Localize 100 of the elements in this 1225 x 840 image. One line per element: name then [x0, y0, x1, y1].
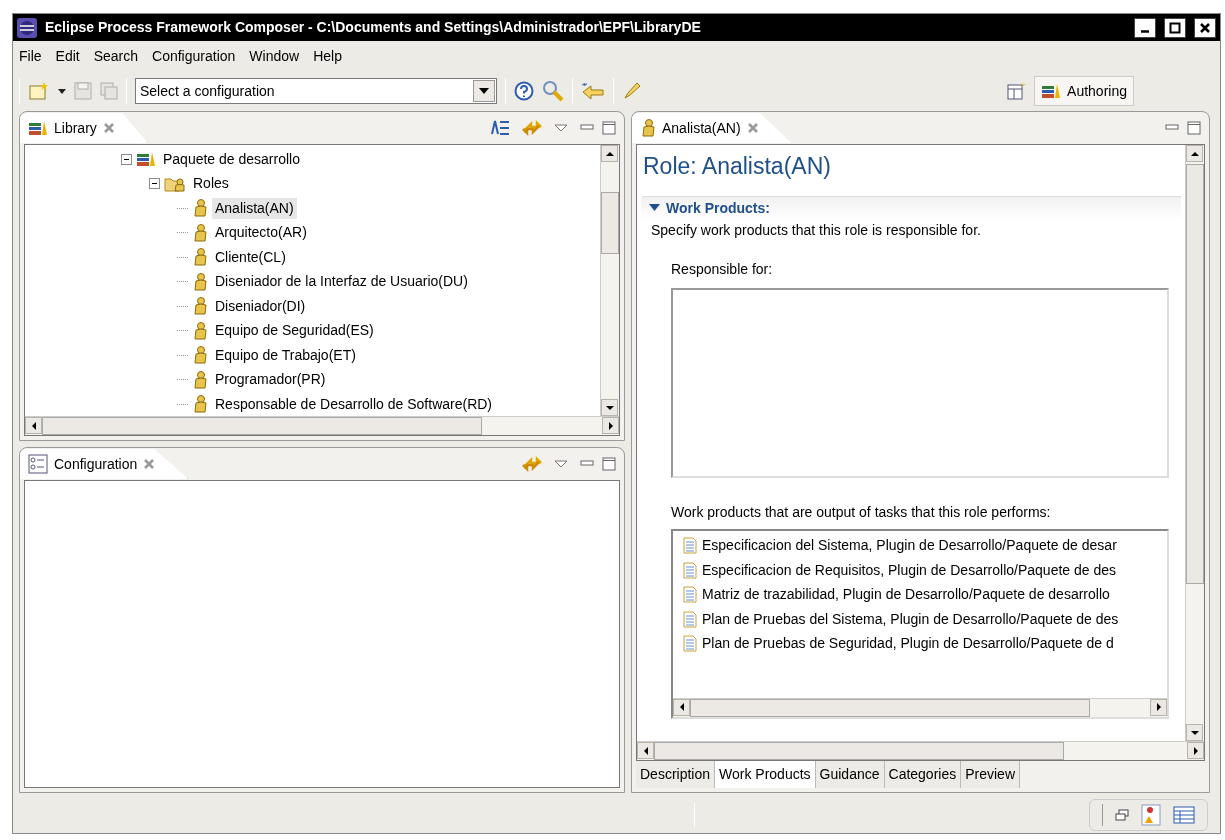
scroll-thumb[interactable]: [601, 192, 619, 254]
tree-item[interactable]: Responsable de Desarrollo de Software(RD): [212, 393, 496, 415]
library-tab[interactable]: Library: [20, 113, 148, 143]
list-item[interactable]: Especificacion de Requisitos, Plugin de Desarrollo/Paquete de des: [702, 559, 1117, 581]
list-item[interactable]: Especificacion del Sistema, Plugin de Desarrollo/Paquete de desar: [702, 535, 1117, 557]
tree-item[interactable]: Diseniador de la Interfaz de Usuario(DU): [212, 271, 471, 293]
editor-page-tab[interactable]: Work Products: [715, 761, 816, 788]
sync-arrows-icon[interactable]: [522, 118, 542, 138]
horizontal-scrollbar[interactable]: [673, 697, 1167, 717]
maximize-window-button[interactable]: [1164, 17, 1186, 38]
minimize-window-button[interactable]: [1134, 17, 1156, 38]
configuration-tab[interactable]: Configuration: [20, 449, 189, 479]
vertical-scrollbar[interactable]: [600, 145, 619, 416]
arrow-right-icon: [1191, 746, 1200, 755]
back-arrow-icon[interactable]: [581, 82, 605, 100]
caret-icon: [479, 88, 489, 94]
help-icon[interactable]: [514, 81, 534, 101]
open-perspective-icon[interactable]: [1006, 81, 1027, 101]
tree-item[interactable]: Programador(PR): [212, 369, 329, 391]
close-icon[interactable]: [102, 122, 115, 134]
collapse-toggle[interactable]: [121, 153, 132, 165]
arrow-right-icon: [1154, 703, 1163, 711]
shapes-icon[interactable]: [1141, 804, 1161, 826]
section-toggle-icon[interactable]: [649, 204, 660, 212]
close-window-button[interactable]: [1194, 17, 1216, 38]
minimize-icon[interactable]: [580, 460, 594, 468]
scroll-thumb[interactable]: [690, 698, 1090, 717]
close-icon[interactable]: [746, 122, 759, 134]
editor-page-tab[interactable]: Description: [636, 761, 716, 788]
minimize-icon[interactable]: [1165, 124, 1179, 132]
scroll-thumb[interactable]: [1186, 164, 1204, 584]
view-menu-icon[interactable]: [554, 124, 568, 132]
menu-item[interactable]: Configuration: [152, 45, 236, 67]
tree-item[interactable]: Roles: [190, 173, 232, 195]
tree-item[interactable]: Equipo de Trabajo(ET): [212, 344, 359, 366]
scroll-left-button[interactable]: [25, 417, 42, 434]
editor-tab[interactable]: Analista(AN): [632, 113, 792, 143]
editor-page-tab[interactable]: Guidance: [815, 761, 885, 788]
document-icon: [683, 610, 697, 628]
list-item[interactable]: Plan de Pruebas del Sistema, Plugin de Desarrollo/Paquete de des: [702, 608, 1119, 630]
scroll-up-button[interactable]: [601, 145, 618, 162]
menu-item[interactable]: Window: [249, 45, 300, 67]
scroll-down-button[interactable]: [1186, 724, 1203, 741]
books-icon: [28, 120, 48, 136]
person-icon: [192, 248, 208, 267]
books-icon: [1041, 83, 1062, 99]
role-heading: Role: Analista(AN): [643, 152, 832, 181]
collapse-toggle[interactable]: [149, 178, 160, 190]
editor-page-tab[interactable]: Categories: [884, 761, 962, 788]
scroll-down-button[interactable]: [601, 399, 618, 416]
scroll-left-button[interactable]: [637, 742, 654, 759]
restore-icon[interactable]: [1115, 809, 1129, 821]
arrow-down-icon: [1190, 728, 1199, 737]
scroll-thumb[interactable]: [42, 417, 482, 435]
table-icon[interactable]: [1173, 806, 1195, 824]
caret-icon[interactable]: [58, 88, 66, 94]
field-label: Work products that are output of tasks that this role performs:: [671, 502, 1052, 522]
scroll-right-button[interactable]: [1187, 742, 1204, 759]
section-title: Work Products:: [666, 198, 770, 218]
menu-item[interactable]: Edit: [55, 45, 80, 67]
maximize-icon[interactable]: [602, 121, 616, 135]
scroll-thumb[interactable]: [654, 742, 1064, 760]
tree-item[interactable]: Arquitecto(AR): [212, 222, 310, 244]
pen-icon[interactable]: [622, 81, 642, 101]
tree-item[interactable]: Cliente(CL): [212, 246, 289, 268]
scroll-right-button[interactable]: [1150, 698, 1167, 716]
maximize-icon[interactable]: [602, 457, 616, 471]
person-icon: [192, 370, 208, 389]
configuration-combo[interactable]: Select a configuration: [135, 78, 497, 104]
scroll-up-button[interactable]: [1186, 145, 1203, 162]
list-item[interactable]: Plan de Pruebas de Seguridad, Plugin de Desarrollo/Paquete de d: [702, 633, 1114, 655]
arrow-up-icon: [1190, 149, 1199, 158]
hierarchy-icon[interactable]: [490, 118, 510, 138]
tree-item[interactable]: Paquete de desarrollo: [160, 148, 303, 170]
person-icon: [192, 346, 208, 365]
tree-item[interactable]: Analista(AN): [212, 197, 297, 219]
menu-item[interactable]: File: [19, 45, 42, 67]
view-menu-icon[interactable]: [554, 460, 568, 468]
minimize-icon: [1139, 30, 1151, 33]
horizontal-scrollbar[interactable]: [637, 741, 1204, 760]
person-icon: [192, 272, 208, 291]
menu-item[interactable]: Search: [93, 45, 139, 67]
close-icon[interactable]: [143, 458, 156, 470]
maximize-icon[interactable]: [1187, 121, 1201, 135]
folder-icon: [164, 175, 186, 192]
arrow-up-icon: [605, 149, 614, 158]
maximize-icon: [1169, 21, 1181, 34]
list-item[interactable]: Matriz de trazabilidad, Plugin de Desarrollo/Paquete de desarrollo: [702, 584, 1110, 606]
editor-page-tab[interactable]: Preview: [961, 761, 1020, 788]
menu-item[interactable]: Help: [313, 45, 342, 67]
tree-item[interactable]: Equipo de Seguridad(ES): [212, 320, 377, 342]
scroll-right-button[interactable]: [602, 417, 619, 434]
vertical-scrollbar[interactable]: [1185, 145, 1204, 741]
scroll-left-button[interactable]: [673, 698, 690, 716]
tree-item[interactable]: Diseniador(DI): [212, 295, 309, 317]
person-icon: [640, 119, 656, 137]
sync-arrows-icon[interactable]: [522, 454, 542, 474]
minimize-icon[interactable]: [580, 124, 594, 132]
horizontal-scrollbar[interactable]: [25, 416, 619, 435]
perspective-button[interactable]: Authoring: [1034, 76, 1134, 106]
